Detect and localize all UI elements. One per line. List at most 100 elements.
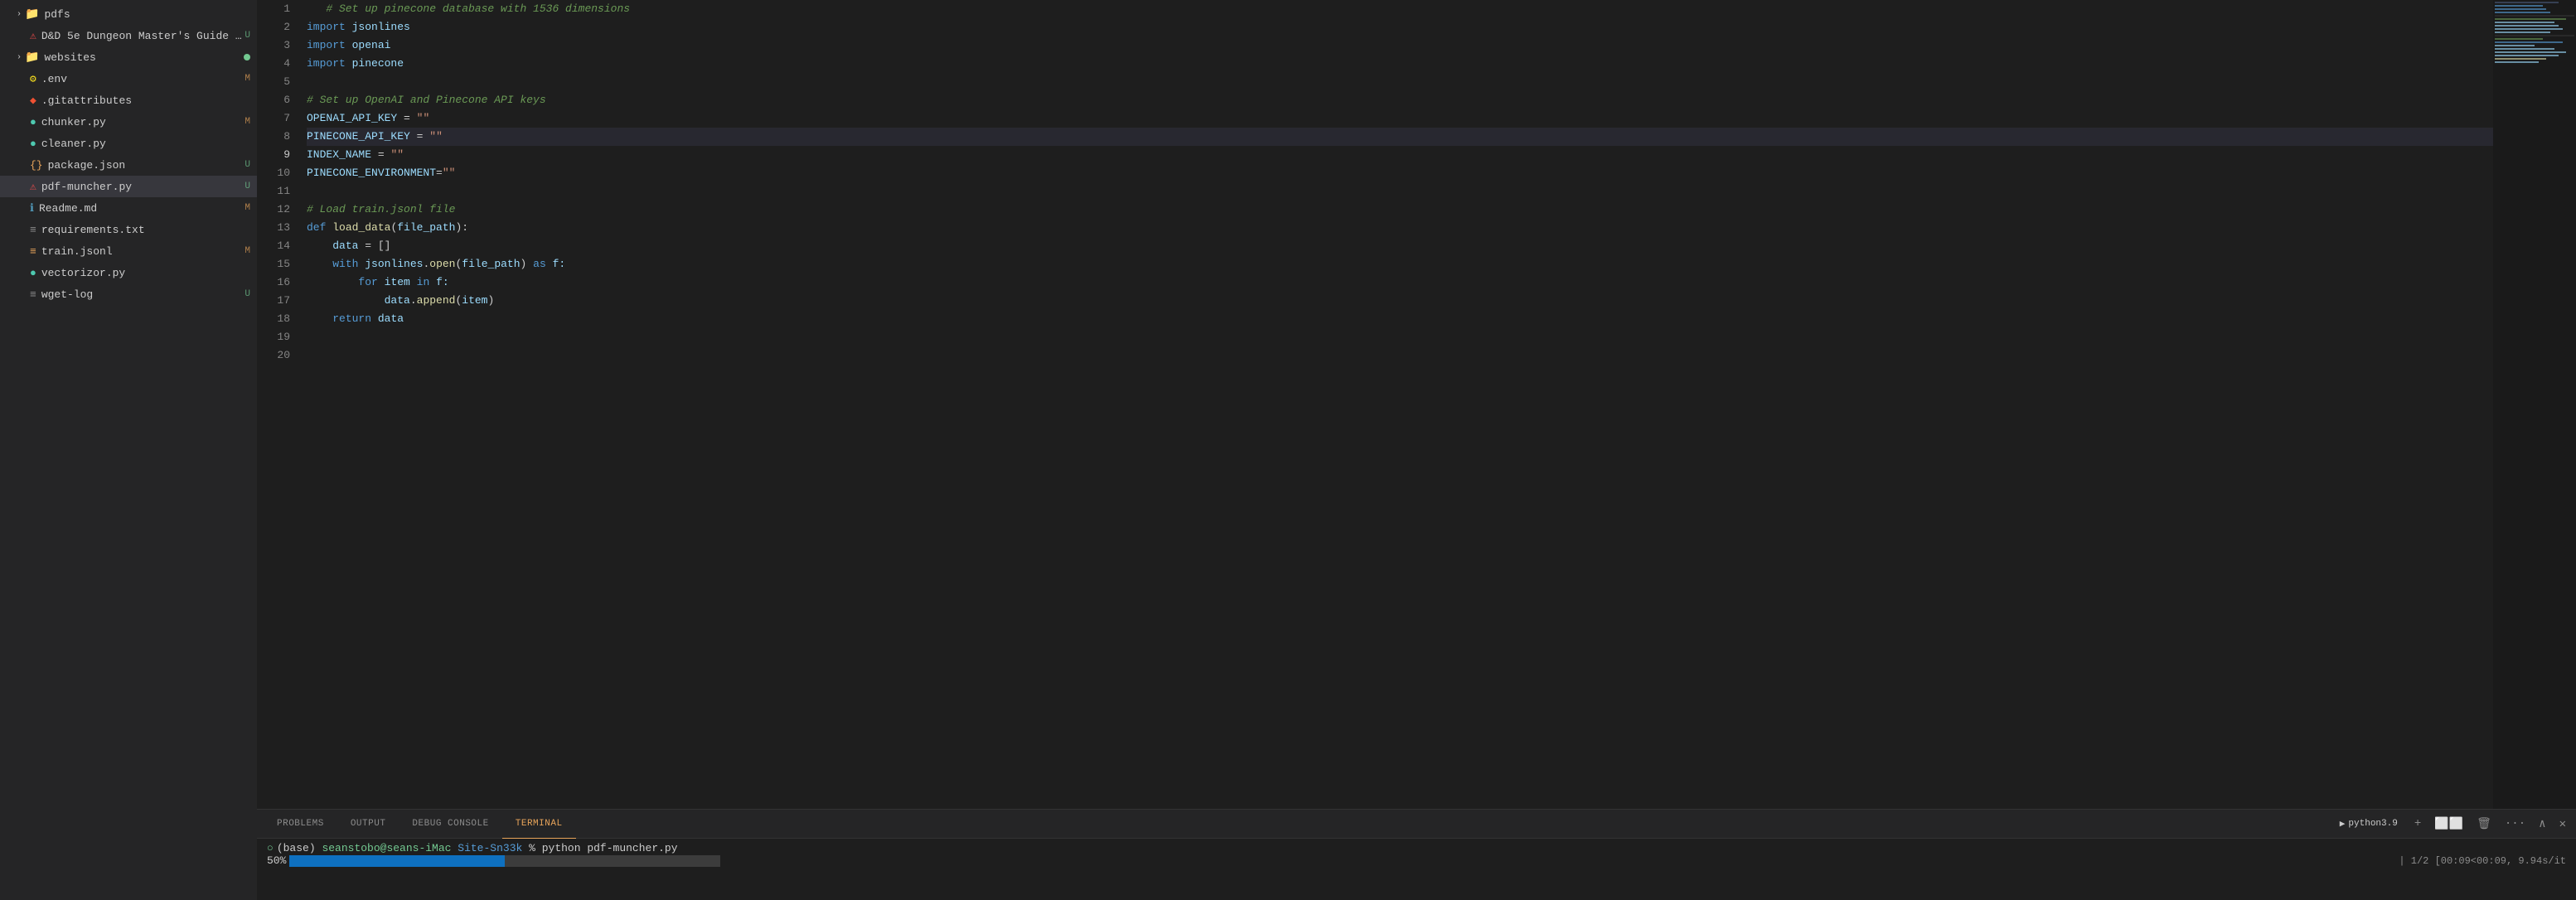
code-line-15: with jsonlines . open ( file_path ) as f…	[307, 255, 2493, 273]
folder-arrow-pdfs: ›	[17, 10, 22, 19]
progress-bar-wrapper	[289, 855, 720, 867]
maximize-terminal-button[interactable]: ∧	[2535, 815, 2549, 833]
op-paren-fp-open: (	[456, 255, 462, 273]
line-num-20: 20	[257, 346, 290, 365]
sidebar-item-dnd[interactable]: ⚠ D&D 5e Dungeon Master's Guide ( P... U	[0, 25, 257, 46]
kw-with: with	[332, 255, 358, 273]
sidebar-item-pdf-muncher[interactable]: ⚠ pdf-muncher.py U	[0, 176, 257, 197]
code-line-13: def load_data ( file_path ):	[307, 219, 2493, 237]
code-line-10: PINECONE_ENVIRONMENT = ""	[307, 164, 2493, 182]
line-num-4: 4	[257, 55, 290, 73]
op-paren-close-colon: ):	[455, 219, 468, 237]
var-item-2: item	[462, 292, 487, 310]
line-num-11: 11	[257, 182, 290, 201]
line-num-10: 10	[257, 164, 290, 182]
import-pinecone: pinecone	[352, 55, 404, 73]
fn-load-data: load_data	[332, 219, 390, 237]
param-file-path: file_path	[397, 219, 455, 237]
sidebar-item-package[interactable]: {} package.json U	[0, 154, 257, 176]
sidebar-item-gitattributes[interactable]: ◆ .gitattributes	[0, 90, 257, 111]
kw-def: def	[307, 219, 326, 237]
op-eq-2: =	[417, 128, 424, 146]
var-file-path: file_path	[462, 255, 520, 273]
add-terminal-button[interactable]: +	[2411, 815, 2424, 832]
sidebar-item-cleaner[interactable]: ● cleaner.py	[0, 133, 257, 154]
var-data-return: data	[378, 310, 404, 328]
sidebar-item-label-vectorizor: vectorizor.py	[41, 267, 125, 279]
sidebar-item-train[interactable]: ≡ train.jsonl M	[0, 240, 257, 262]
terminal-status-right: | 1/2 [00:09<00:09, 9.94s/it	[2399, 855, 2566, 867]
code-comment-setup: # Set up pinecone database with 1536 dim…	[307, 0, 630, 18]
tab-problems[interactable]: PROBLEMS	[264, 810, 337, 839]
code-comment-apikeys: # Set up OpenAI and Pinecone API keys	[307, 91, 546, 109]
import-kw-pinecone: import	[307, 55, 346, 73]
tab-debug-console[interactable]: DEBUG CONSOLE	[399, 810, 501, 839]
code-line-9: INDEX_NAME = ""	[307, 146, 2493, 164]
tab-terminal[interactable]: TERMINAL	[502, 810, 576, 839]
sidebar-badge-dnd: U	[245, 31, 250, 41]
folder-arrow-websites: ›	[17, 53, 22, 62]
sidebar-item-readme[interactable]: ℹ Readme.md M	[0, 197, 257, 219]
sidebar-item-label-cleaner: cleaner.py	[41, 138, 106, 150]
code-line-5	[307, 73, 2493, 91]
sidebar-item-label-pdfs: pdfs	[44, 8, 70, 21]
sidebar-badge-wget-log: U	[245, 289, 250, 299]
line-num-8: 8	[257, 128, 290, 146]
file-icon-pdf: ⚠	[30, 30, 36, 42]
code-editor[interactable]: # Set up pinecone database with 1536 dim…	[300, 0, 2493, 809]
op-list-empty: []	[378, 237, 391, 255]
file-icon-wget-log: ≡	[30, 288, 36, 301]
progress-bar-fill	[289, 855, 505, 867]
file-icon-train: ≡	[30, 245, 36, 258]
sidebar: › 📁 pdfs ⚠ D&D 5e Dungeon Master's Guide…	[0, 0, 257, 900]
line-num-6: 6	[257, 91, 290, 109]
fn-append: append	[417, 292, 456, 310]
var-f-1: f:	[553, 255, 566, 273]
sidebar-item-wget-log[interactable]: ≡ wget-log U	[0, 283, 257, 305]
sidebar-badge-chunker: M	[245, 117, 250, 127]
sidebar-badge-env: M	[245, 74, 250, 84]
more-options-button[interactable]: ···	[2501, 815, 2529, 832]
split-terminal-button[interactable]: ⬜⬜	[2431, 815, 2467, 833]
file-icon-chunker: ●	[30, 116, 36, 128]
line-num-19: 19	[257, 328, 290, 346]
var-data: data	[332, 237, 358, 255]
terminal-icon: ▶	[2340, 818, 2346, 830]
line-numbers: 1 2 3 4 5 6 7 8 9 10 11 12 13 14 15 16 1…	[257, 0, 300, 809]
code-line-19	[307, 328, 2493, 346]
file-icon-readme: ℹ	[30, 202, 34, 215]
code-line-17: data . append ( item )	[307, 292, 2493, 310]
sidebar-item-label-chunker: chunker.py	[41, 116, 106, 128]
op-paren-open: (	[390, 219, 397, 237]
terminal-content[interactable]: ○ (base) seanstobo@seans-iMac Site-Sn33k…	[257, 839, 2576, 900]
code-line-16: for item in f:	[307, 273, 2493, 292]
kw-for: for	[358, 273, 377, 292]
python-version-label: python3.9	[2348, 819, 2397, 829]
code-comment-load: # Load train.jsonl file	[307, 201, 455, 219]
sidebar-badge-train: M	[245, 246, 250, 256]
sidebar-item-env[interactable]: ⚙ .env M	[0, 68, 257, 90]
sidebar-item-label-requirements: requirements.txt	[41, 224, 145, 236]
op-paren-item-open: (	[455, 292, 462, 310]
str-empty-3: ""	[390, 146, 404, 164]
kw-in: in	[417, 273, 430, 292]
sidebar-item-chunker[interactable]: ● chunker.py M	[0, 111, 257, 133]
prompt-circle: ○	[267, 842, 274, 854]
line-num-3: 3	[257, 36, 290, 55]
code-line-18: return data	[307, 310, 2493, 328]
sidebar-item-requirements[interactable]: ≡ requirements.txt	[0, 219, 257, 240]
folder-icon-websites: 📁	[25, 51, 39, 65]
close-terminal-button[interactable]: ✕	[2556, 815, 2569, 833]
sidebar-item-vectorizor[interactable]: ● vectorizor.py	[0, 262, 257, 283]
var-pinecone-env: PINECONE_ENVIRONMENT	[307, 164, 436, 182]
line-num-18: 18	[257, 310, 290, 328]
code-line-20	[307, 346, 2493, 365]
prompt-path: Site-Sn33k	[458, 842, 522, 854]
sidebar-item-websites[interactable]: › 📁 websites	[0, 46, 257, 68]
sidebar-badge-readme: M	[245, 203, 250, 213]
line-num-7: 7	[257, 109, 290, 128]
sidebar-item-pdfs[interactable]: › 📁 pdfs	[0, 3, 257, 25]
trash-terminal-button[interactable]: 🗑	[2473, 815, 2495, 833]
sidebar-item-label-env: .env	[41, 73, 67, 85]
tab-output[interactable]: OUTPUT	[337, 810, 399, 839]
